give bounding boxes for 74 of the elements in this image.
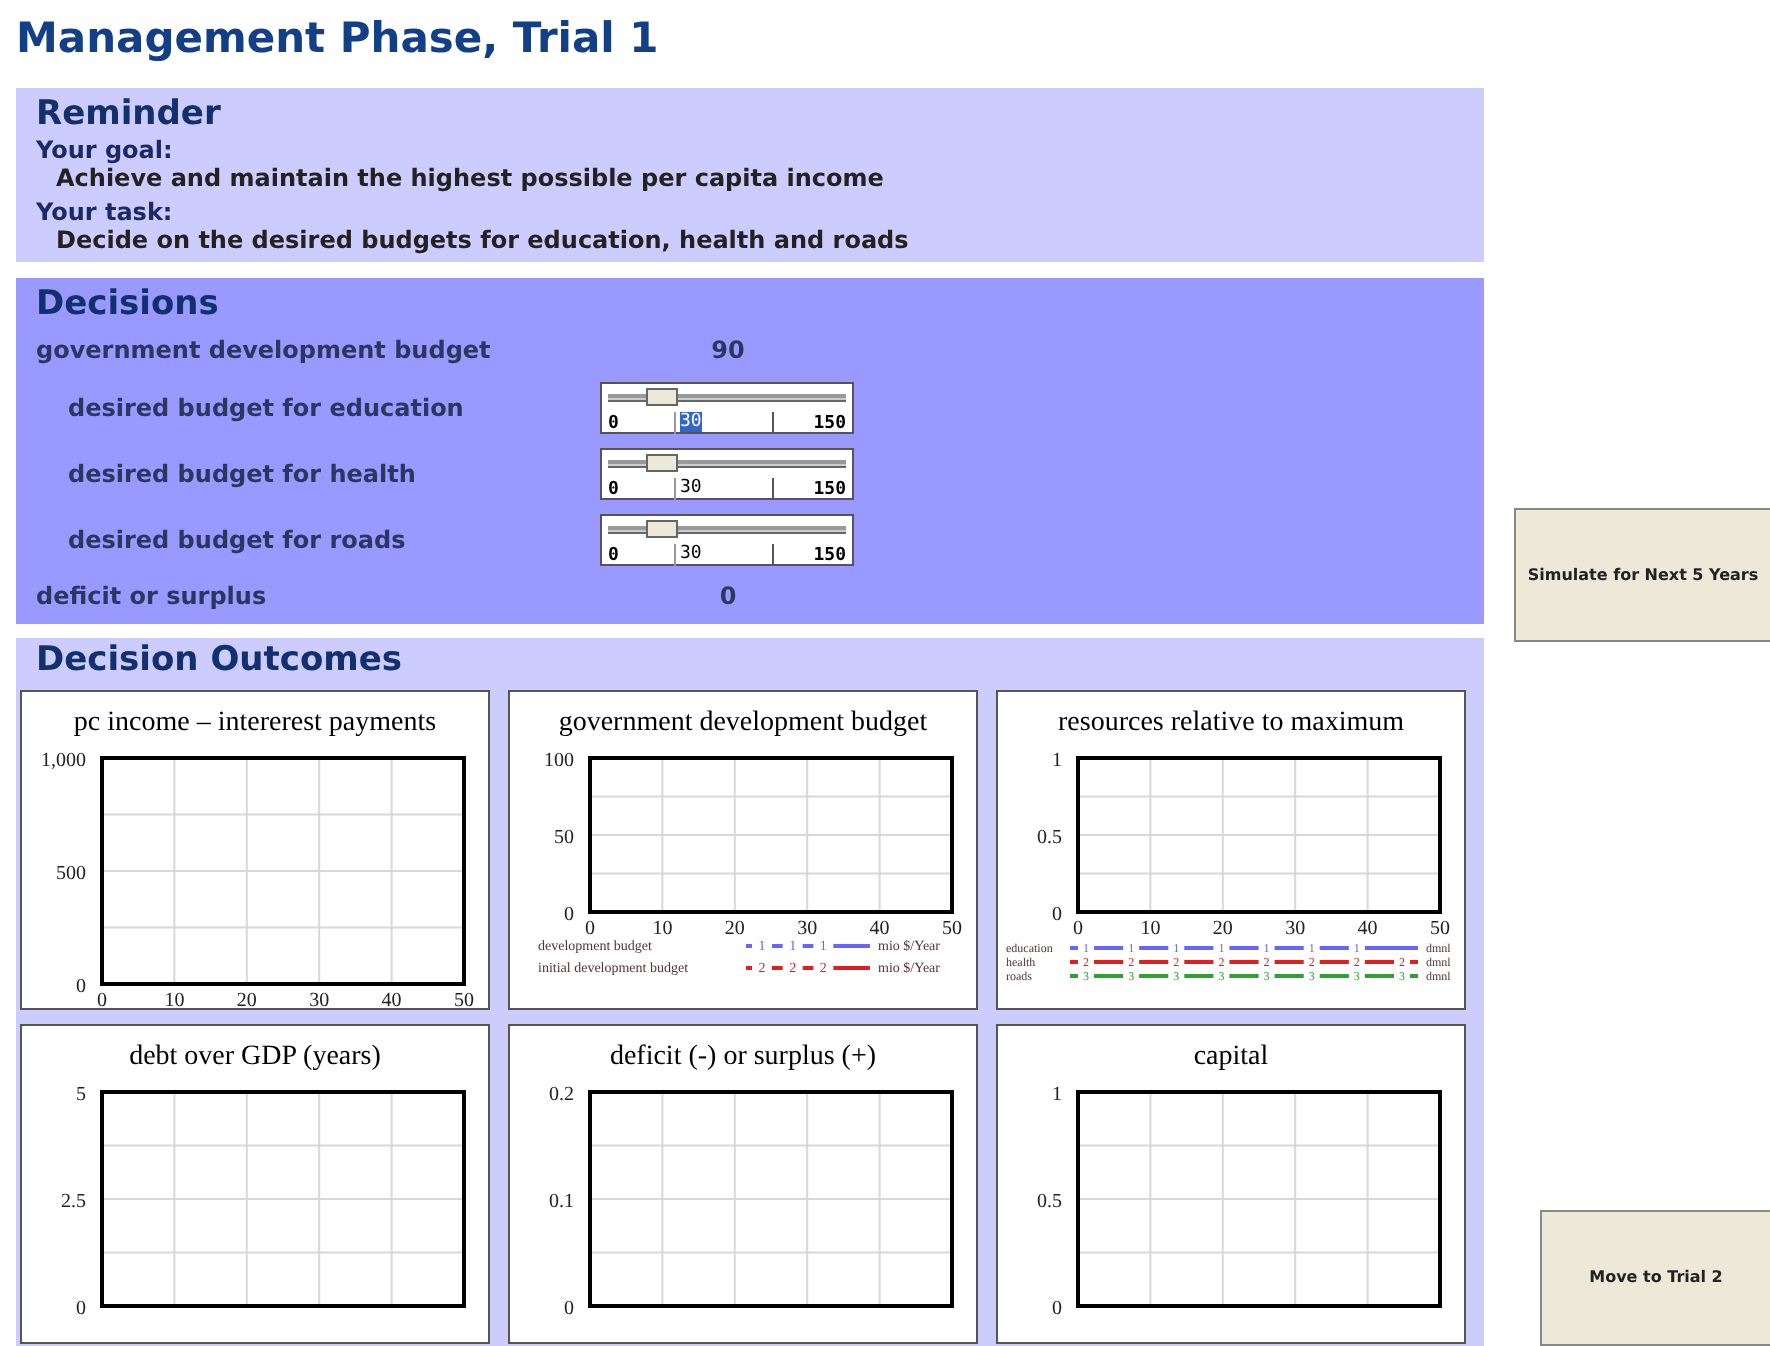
next-trial-button[interactable]: Move to Trial 2 [1540,1209,1770,1346]
tick-label: 40 [381,990,402,1008]
tick-label: 0 [76,1298,86,1320]
tick-label: 20 [724,918,745,940]
budget-slider[interactable]: 0 30 150 [600,447,854,499]
section-heading: Reminder [36,92,223,136]
tick-label: 500 [56,863,86,885]
chart-title: deficit (-) or surplus (+) [607,1040,879,1076]
tick-label: 20 [1212,918,1233,940]
tick-label: 40 [1357,918,1378,940]
value-field[interactable]: 30 [674,543,774,565]
min-label: 0 [608,545,621,565]
field-label: Your task: [36,198,175,226]
field-label: government development budget [36,336,493,364]
chart-title: capital [1191,1040,1271,1076]
value-field[interactable]: 30 [674,477,774,499]
slider-thumb[interactable] [646,519,678,537]
tick-label: 1 [1052,1086,1062,1106]
chart-title: debt over GDP (years) [127,1040,383,1076]
field-label: desired budget for roads [66,525,408,553]
simulate-button[interactable]: Simulate for Next 5 Years [1514,508,1770,642]
field-label: Your goal: [36,136,175,164]
tick-label: 0 [564,904,574,926]
min-label: 0 [608,479,621,499]
value-text: 90 [709,336,747,364]
slider-thumb[interactable] [646,387,678,405]
tick-label: 0.5 [1037,1191,1062,1213]
tick-label: 40 [869,918,890,940]
budget-slider[interactable]: 0 30 150 [600,513,854,565]
tick-label: 0.1 [549,1191,574,1213]
chart-title: government development budget [556,706,930,742]
tick-label: 30 [309,990,330,1008]
tick-label: 0 [1052,904,1062,926]
field-label: desired budget for education [66,393,466,421]
reminder-text: Decide on the desired budgets for education, health and roads [54,226,911,254]
tick-label: 1 [1052,752,1062,772]
max-label: 150 [813,413,846,433]
section-heading: Decision Outcomes [34,638,404,682]
value-field[interactable]: 30 [674,411,774,433]
tick-label: 50 [554,827,574,849]
max-label: 150 [813,545,846,565]
tick-label: 0 [1052,1298,1062,1320]
tick-label: 0.5 [1037,827,1062,849]
tick-label: 0 [564,1298,574,1320]
budget-slider[interactable]: 0 30 150 [600,381,854,433]
slider-thumb[interactable] [646,453,678,471]
section-heading: Decisions [36,282,221,326]
tick-label: 1,000 [41,752,86,772]
tick-label: 30 [1285,918,1306,940]
tick-label: 0 [76,976,86,998]
tick-label: 100 [544,752,574,772]
tick-label: 0.2 [549,1086,574,1106]
tick-label: 5 [76,1086,86,1106]
tick-label: 50 [454,990,474,1008]
tick-label: 2.5 [61,1191,86,1213]
tick-label: 0 [97,990,107,1008]
min-label: 0 [608,413,621,433]
tick-label: 50 [942,918,962,940]
tick-label: 0 [585,918,595,940]
tick-label: 20 [236,990,257,1008]
tick-label: 30 [797,918,818,940]
tick-label: 10 [652,918,673,940]
tick-label: 10 [164,990,185,1008]
tick-label: 0 [1073,918,1083,940]
value-text: 0 [717,582,739,610]
tick-label: 10 [1140,918,1161,940]
page-title: Management Phase, Trial 1 [16,12,661,64]
chart-title: pc income – intererest payments [71,706,439,742]
field-label: deficit or surplus [36,582,269,610]
tick-label: 50 [1430,918,1450,940]
max-label: 150 [813,479,846,499]
field-label: desired budget for health [66,459,418,487]
chart-title: resources relative to maximum [1056,706,1406,742]
reminder-text: Achieve and maintain the highest possible per capita income [54,164,886,192]
